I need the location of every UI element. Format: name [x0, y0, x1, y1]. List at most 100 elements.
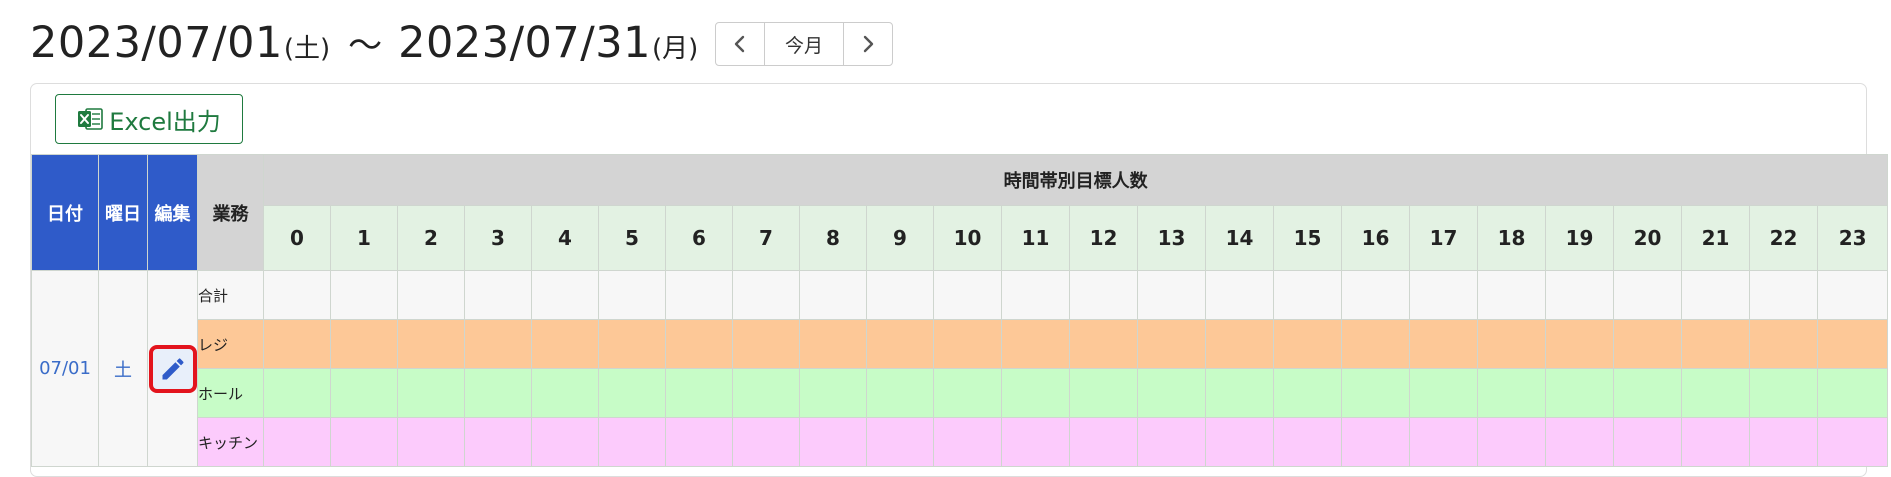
col-header-date: 日付	[31, 154, 99, 271]
prev-month-button[interactable]	[716, 23, 764, 65]
target-count-cell	[1545, 368, 1614, 418]
hour-header: 7	[732, 205, 800, 271]
target-count-cell	[1681, 368, 1750, 418]
target-count-cell	[799, 270, 867, 320]
target-count-cell	[1069, 368, 1138, 418]
target-count-cell	[1137, 270, 1206, 320]
target-count-cell	[1069, 417, 1138, 467]
target-count-cell	[732, 319, 800, 369]
target-count-cell	[263, 270, 331, 320]
task-label: キッチン	[197, 417, 264, 467]
target-count-cell	[397, 417, 465, 467]
target-count-cell	[1001, 319, 1070, 369]
target-count-cell	[1001, 270, 1070, 320]
target-count-cell	[1545, 417, 1614, 467]
target-count-cell	[1477, 417, 1546, 467]
target-count-cell	[1681, 270, 1750, 320]
hour-header: 19	[1545, 205, 1614, 271]
target-count-cell	[464, 270, 532, 320]
start-dow: (土)	[283, 34, 331, 64]
target-count-cell	[1137, 368, 1206, 418]
target-count-cell	[1816, 270, 1889, 320]
month-navigation: 今月	[715, 22, 893, 66]
target-count-cell	[866, 270, 934, 320]
target-count-cell	[1273, 319, 1342, 369]
date-range: 2023/07/01 (土) 〜 2023/07/31 (月)	[30, 18, 698, 68]
this-month-button[interactable]: 今月	[764, 23, 844, 65]
target-count-cell	[1341, 319, 1410, 369]
col-header-hourly-target: 時間帯別目標人数	[262, 154, 1889, 206]
excel-export-button[interactable]: Excel出力	[55, 94, 243, 144]
hour-header: 5	[598, 205, 666, 271]
target-count-cell	[799, 417, 867, 467]
target-count-cell	[1477, 270, 1546, 320]
target-count-cell	[1409, 368, 1478, 418]
target-count-cell	[1409, 319, 1478, 369]
target-count-cell	[1069, 319, 1138, 369]
target-count-cell	[933, 319, 1002, 369]
target-count-cell	[1205, 270, 1274, 320]
col-header-edit: 編集	[147, 154, 198, 271]
target-count-cell	[933, 368, 1002, 418]
table-row-hall: ホール	[32, 368, 1889, 418]
target-count-cell	[732, 368, 800, 418]
end-dow: (月)	[651, 34, 699, 64]
target-count-cell	[1001, 368, 1070, 418]
target-count-cell	[1477, 319, 1546, 369]
target-count-cell	[1749, 270, 1818, 320]
target-count-cell	[732, 270, 800, 320]
hour-header: 10	[933, 205, 1002, 271]
target-count-cell	[531, 417, 599, 467]
hour-header: 3	[464, 205, 532, 271]
target-count-cell	[1137, 319, 1206, 369]
hour-header: 17	[1409, 205, 1478, 271]
target-count-cell	[263, 417, 331, 467]
hour-header: 1	[330, 205, 398, 271]
edit-button[interactable]	[148, 344, 197, 393]
hour-header: 2	[397, 205, 465, 271]
task-label: 合計	[197, 270, 264, 320]
target-count-cell	[598, 417, 666, 467]
target-count-cell	[665, 417, 733, 467]
target-count-cell	[1613, 417, 1682, 467]
target-count-cell	[1681, 319, 1750, 369]
hour-header: 9	[866, 205, 934, 271]
hour-header: 4	[531, 205, 599, 271]
target-count-cell	[330, 417, 398, 467]
target-count-cell	[1273, 368, 1342, 418]
target-count-cell	[1205, 368, 1274, 418]
target-count-cell	[330, 319, 398, 369]
target-count-cell	[531, 368, 599, 418]
target-count-cell	[1477, 368, 1546, 418]
target-count-cell	[866, 319, 934, 369]
hour-header: 20	[1613, 205, 1682, 271]
excel-icon	[78, 108, 104, 130]
target-count-cell	[933, 270, 1002, 320]
hour-header: 21	[1681, 205, 1750, 271]
target-count-cell	[397, 368, 465, 418]
target-count-cell	[1545, 319, 1614, 369]
target-count-cell	[1273, 417, 1342, 467]
target-count-cell	[598, 319, 666, 369]
target-count-cell	[1613, 368, 1682, 418]
hour-header: 16	[1341, 205, 1410, 271]
chevron-left-icon	[734, 35, 745, 53]
pencil-icon	[162, 357, 184, 379]
target-count-cell	[1001, 417, 1070, 467]
target-count-cell	[1816, 368, 1889, 418]
target-count-cell	[464, 319, 532, 369]
next-month-button[interactable]	[844, 23, 892, 65]
date-cell[interactable]: 07/01	[31, 270, 99, 467]
target-count-cell	[665, 368, 733, 418]
target-count-cell	[1137, 417, 1206, 467]
target-count-cell	[397, 319, 465, 369]
target-count-cell	[933, 417, 1002, 467]
hour-header: 6	[665, 205, 733, 271]
target-count-cell	[1205, 319, 1274, 369]
col-header-dow: 曜日	[98, 154, 148, 271]
chevron-right-icon	[863, 35, 874, 53]
target-count-cell	[1341, 270, 1410, 320]
table-row-kitchen: キッチン	[32, 417, 1889, 467]
target-count-cell	[799, 368, 867, 418]
dow-cell: 土	[98, 270, 148, 467]
